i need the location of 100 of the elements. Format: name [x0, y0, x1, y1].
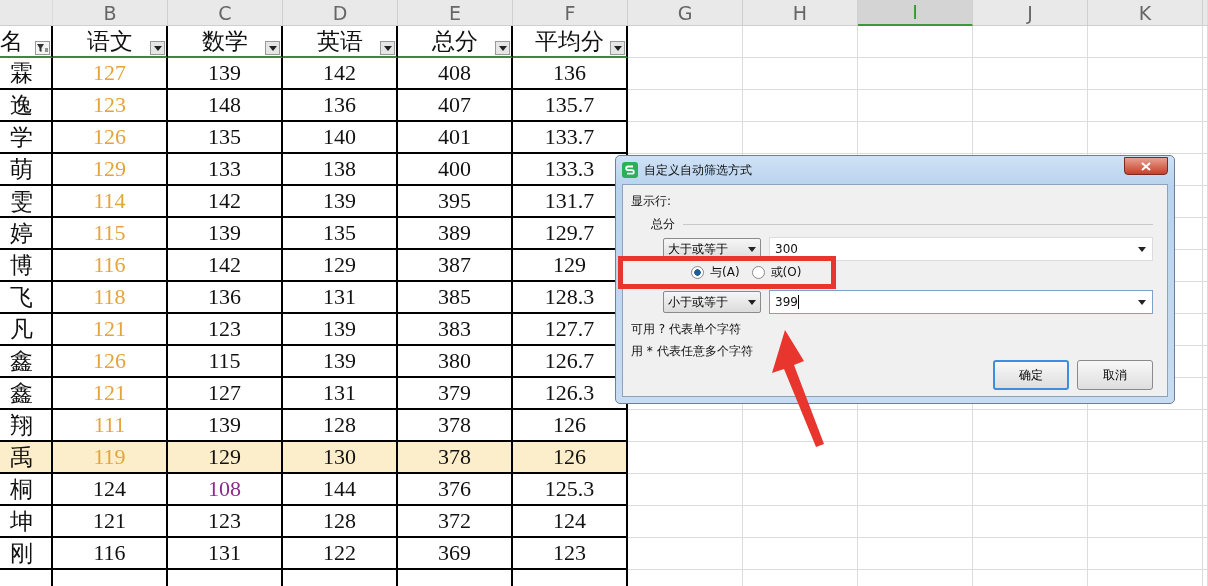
header-text: 英语: [316, 26, 363, 56]
column-header[interactable]: G: [628, 0, 743, 26]
table-cell: 131: [168, 538, 283, 570]
table-cell: 135: [283, 218, 398, 250]
table-cell: 116: [53, 538, 168, 570]
table-cell: 婷: [0, 218, 53, 250]
table-cell: 126: [513, 442, 628, 474]
filter-dropdown-button[interactable]: [610, 41, 625, 55]
app-logo-icon: [622, 162, 638, 178]
close-button[interactable]: [1124, 157, 1168, 175]
column-header[interactable]: E: [398, 0, 513, 26]
filter-dropdown-button[interactable]: [150, 41, 165, 55]
column-header[interactable]: B: [53, 0, 168, 26]
table-cell: 桐: [0, 474, 53, 506]
column-header[interactable]: D: [283, 0, 398, 26]
table-cell: 115: [168, 346, 283, 378]
table-cell: 108: [168, 474, 283, 506]
table-cell: 115: [53, 218, 168, 250]
table-cell: 139: [168, 58, 283, 90]
close-icon: [1141, 161, 1151, 171]
table-cell: 138: [283, 154, 398, 186]
table-cell: 114: [53, 186, 168, 218]
header-text: 平均分: [535, 26, 604, 56]
table-cell: 372: [398, 506, 513, 538]
show-rows-label: 显示行:: [631, 193, 673, 210]
caret-icon: [383, 45, 392, 51]
table-cell: 逸: [0, 90, 53, 122]
table-cell: 126: [513, 410, 628, 442]
column-header[interactable]: F: [513, 0, 628, 26]
table-cell: 111: [53, 410, 168, 442]
table-cell: 139: [168, 410, 283, 442]
table-cell: 139: [283, 346, 398, 378]
table-cell: 131: [283, 282, 398, 314]
caret-icon: [498, 45, 507, 51]
logic-radio[interactable]: 与(A): [691, 264, 740, 281]
filter-dropdown-button[interactable]: [265, 41, 280, 55]
dialog-button[interactable]: 确定: [993, 360, 1069, 390]
logic-radio[interactable]: 或(O): [751, 264, 802, 281]
table-cell: 126: [53, 346, 168, 378]
table-cell: 鑫: [0, 378, 53, 410]
table-cell: 400: [398, 154, 513, 186]
dialog-button[interactable]: 取消: [1077, 360, 1153, 390]
value-combobox[interactable]: 300: [769, 237, 1153, 261]
table-cell: 130: [283, 442, 398, 474]
caret-icon: [268, 45, 277, 51]
table-cell: 379: [398, 378, 513, 410]
caret-icon: [748, 246, 756, 252]
table-cell: 407: [398, 90, 513, 122]
table-cell: 122: [283, 538, 398, 570]
table-cell: 395: [398, 186, 513, 218]
dialog-title: 自定义自动筛选方式: [644, 161, 753, 179]
table-cell: 142: [283, 58, 398, 90]
table-cell: 378: [398, 442, 513, 474]
value-combobox[interactable]: 399: [769, 290, 1153, 314]
table-cell: 学: [0, 122, 53, 154]
table-cell: 116: [53, 250, 168, 282]
table-cell: 142: [168, 186, 283, 218]
table-cell: 408: [398, 58, 513, 90]
table-cell: 125.3: [513, 474, 628, 506]
table-cell: 389: [398, 218, 513, 250]
table-cell: 139: [283, 314, 398, 346]
table-cell: 124: [513, 506, 628, 538]
table-cell: 鑫: [0, 346, 53, 378]
table-cell: 129: [283, 250, 398, 282]
table-cell: 139: [283, 186, 398, 218]
table-cell: 378: [398, 410, 513, 442]
filter-dropdown-button[interactable]: [35, 41, 50, 55]
column-header[interactable]: J: [973, 0, 1088, 26]
funnel-icon: [37, 43, 48, 53]
table-cell: 129: [168, 442, 283, 474]
column-header[interactable]: C: [168, 0, 283, 26]
table-cell: 140: [283, 122, 398, 154]
table-cell: 127: [53, 58, 168, 90]
table-cell: 139: [168, 218, 283, 250]
table-cell: 126: [53, 122, 168, 154]
table-cell: 123: [53, 90, 168, 122]
group-label: 总分: [651, 216, 675, 233]
filter-dropdown-button[interactable]: [495, 41, 510, 55]
table-cell: 118: [53, 282, 168, 314]
hint-text: 用 * 代表任意多个字符: [631, 343, 754, 360]
table-cell: 369: [398, 538, 513, 570]
column-header[interactable]: K: [1088, 0, 1203, 26]
table-cell: 霖: [0, 58, 53, 90]
caret-icon: [748, 299, 756, 305]
filter-dropdown-button[interactable]: [380, 41, 395, 55]
operator-dropdown[interactable]: 小于或等于: [663, 291, 761, 313]
table-cell: 148: [168, 90, 283, 122]
table-cell: 136: [283, 90, 398, 122]
table-cell: 121: [53, 314, 168, 346]
hint-text: 可用 ? 代表单个字符: [631, 321, 742, 338]
table-cell: 380: [398, 346, 513, 378]
table-cell: 凡: [0, 314, 53, 346]
table-cell: 刚: [0, 538, 53, 570]
caret-icon: [613, 45, 622, 51]
column-header[interactable]: H: [743, 0, 858, 26]
table-cell: 123: [168, 314, 283, 346]
table-cell: 翔: [0, 410, 53, 442]
header-text: 总分: [431, 26, 478, 56]
table-cell: 387: [398, 250, 513, 282]
column-header[interactable]: I: [858, 0, 973, 26]
